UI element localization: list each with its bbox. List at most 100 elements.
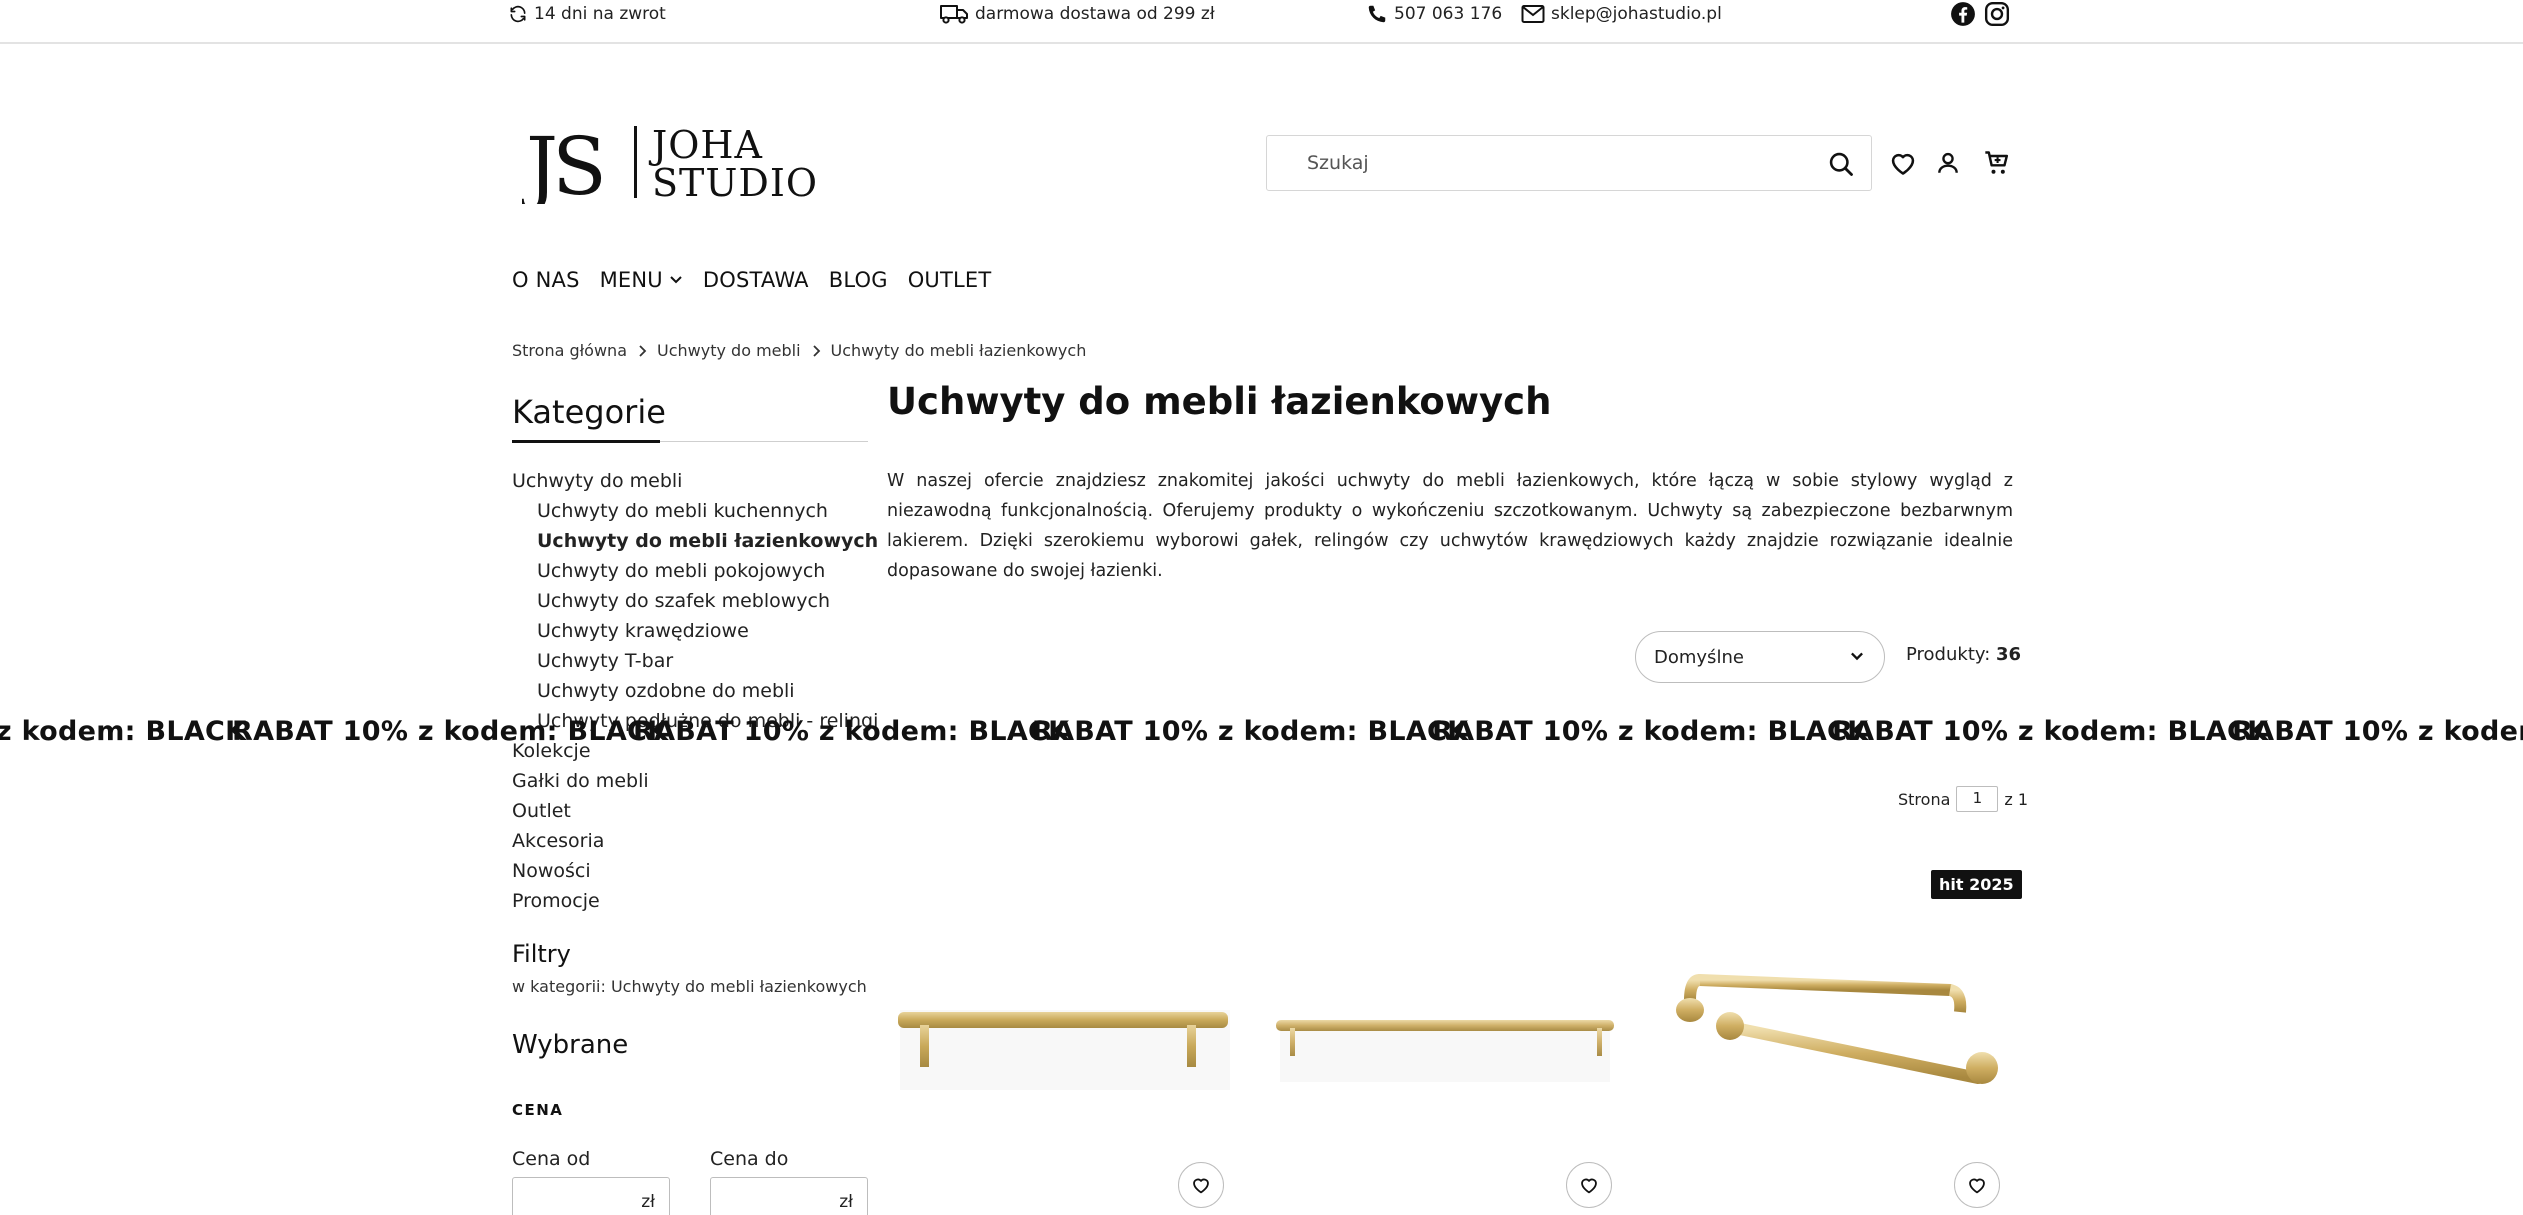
phone-link[interactable]: 507 063 176 — [1366, 0, 1502, 28]
category-item[interactable]: Uchwyty krawędziowe — [512, 616, 878, 646]
search-input[interactable] — [1307, 152, 1807, 174]
promo-text: RABAT 10% z kodem: BLACK — [633, 716, 1070, 747]
nav-item-shipping[interactable]: DOSTAWA — [703, 268, 809, 292]
chevron-right-icon — [812, 344, 820, 357]
product-handle-image — [1276, 1020, 1614, 1082]
account-button[interactable] — [1930, 145, 1966, 181]
price-from-label: Cena od — [512, 1148, 591, 1170]
currency-label: zł — [641, 1192, 655, 1212]
category-item[interactable]: Uchwyty do szafek meblowych — [512, 586, 878, 616]
product-image[interactable] — [890, 880, 1240, 1130]
breadcrumb: Strona główna Uchwyty do mebli Uchwyty d… — [512, 341, 1086, 360]
price-to-label: Cena do — [710, 1148, 789, 1170]
top-info-bar: 14 dni na zwrot darmowa dostawa od 299 z… — [0, 0, 2523, 44]
add-to-wishlist-button[interactable] — [1566, 1162, 1612, 1208]
promo-text: RABAT 10% z kodem: BLACK — [2232, 716, 2523, 747]
returns-info: 14 dni na zwrot — [508, 0, 666, 28]
store-logo[interactable]: JS JOHA STUDIO — [519, 118, 822, 213]
product-image[interactable] — [1660, 880, 2010, 1130]
main-navigation: O NAS MENU DOSTAWA BLOG OUTLET — [512, 268, 991, 292]
category-item[interactable]: Nowości — [512, 856, 878, 886]
price-to-input[interactable]: zł — [710, 1177, 868, 1215]
page-label: Strona — [1898, 789, 1951, 809]
category-list: Uchwyty do mebli Uchwyty do mebli kuchen… — [512, 466, 878, 916]
nav-item-about[interactable]: O NAS — [512, 268, 580, 292]
nav-label: BLOG — [828, 268, 888, 292]
sort-selected-value: Domyślne — [1654, 646, 1744, 668]
facebook-icon[interactable] — [1950, 1, 1976, 27]
selected-filters-title: Wybrane — [512, 1030, 629, 1060]
returns-text: 14 dni na zwrot — [534, 4, 666, 24]
page-number-input[interactable]: 1 — [1956, 786, 1999, 812]
search-icon — [1829, 152, 1853, 176]
product-image[interactable] — [1270, 880, 1620, 1130]
joha-studio-logo: JS JOHA STUDIO — [519, 120, 818, 213]
category-item-active[interactable]: Uchwyty do mebli łazienkowych — [512, 526, 878, 556]
filters-context: w kategorii: Uchwyty do mebli łazienkowy… — [512, 977, 867, 996]
product-handle-image — [898, 1010, 1230, 1090]
cart-button[interactable] — [1979, 145, 2015, 181]
phone-icon — [1368, 5, 1386, 23]
breadcrumb-parent[interactable]: Uchwyty do mebli — [657, 341, 801, 360]
category-item[interactable]: Uchwyty do mebli kuchennych — [512, 496, 878, 526]
heart-icon — [1891, 153, 1915, 175]
category-item[interactable]: Outlet — [512, 796, 878, 826]
chevron-down-icon — [1851, 652, 1863, 661]
svg-text:STUDIO: STUDIO — [652, 161, 818, 204]
phone-text: 507 063 176 — [1394, 4, 1503, 24]
chevron-down-icon — [670, 276, 682, 284]
category-item[interactable]: Uchwyty T-bar — [512, 646, 878, 676]
page-title: Uchwyty do mebli łazienkowych — [887, 380, 1552, 423]
nav-item-blog[interactable]: BLOG — [829, 268, 888, 292]
nav-label: MENU — [599, 268, 663, 292]
nav-label: DOSTAWA — [702, 268, 809, 292]
category-item[interactable]: Akcesoria — [512, 826, 878, 856]
category-item[interactable]: Uchwyty ozdobne do mebli — [512, 676, 878, 706]
add-to-wishlist-button[interactable] — [1954, 1162, 2000, 1208]
shipping-info: darmowa dostawa od 299 zł — [939, 0, 1215, 28]
heart-icon — [1581, 1178, 1597, 1194]
nav-item-menu[interactable]: MENU — [600, 268, 683, 292]
email-link[interactable]: sklep@johastudio.pl — [1521, 0, 1722, 28]
search-button[interactable] — [1825, 148, 1857, 180]
nav-label: OUTLET — [907, 268, 992, 292]
price-from-input[interactable]: zł — [512, 1177, 670, 1215]
product-count-value: 36 — [1996, 644, 2022, 665]
user-icon — [1938, 152, 1958, 173]
sort-select[interactable]: Domyślne — [1635, 631, 1885, 683]
categories-title: Kategorie — [512, 393, 666, 431]
promo-text: RABAT 10% z kodem: BLACK — [1032, 716, 1469, 747]
wishlist-button[interactable] — [1885, 145, 1921, 181]
page-total: z 1 — [2004, 789, 2029, 809]
heart-icon — [1193, 1178, 1209, 1194]
category-item[interactable]: Promocje — [512, 886, 878, 916]
svg-text:JS: JS — [522, 120, 601, 204]
add-to-wishlist-button[interactable] — [1178, 1162, 1224, 1208]
promo-text: RABAT 10% z kodem: BLACK — [1432, 716, 1869, 747]
product-handle-image — [1676, 974, 1998, 1084]
breadcrumb-current: Uchwyty do mebli łazienkowych — [830, 341, 1087, 360]
category-item[interactable]: Gałki do mebli — [512, 766, 878, 796]
truck-icon — [940, 5, 968, 24]
category-item[interactable]: Uchwyty do mebli — [512, 466, 878, 496]
filters-title: Filtry — [512, 940, 571, 968]
category-description: W naszej ofercie znajdziesz znakomitej j… — [887, 471, 2013, 581]
shipping-text: darmowa dostawa od 299 zł — [975, 4, 1215, 24]
nav-item-outlet[interactable]: OUTLET — [908, 268, 992, 292]
promo-text: RABAT 10% z kodem: BLACK — [0, 716, 247, 747]
instagram-icon[interactable] — [1984, 1, 2010, 27]
heart-icon — [1969, 1178, 1985, 1194]
chevron-right-icon — [639, 344, 647, 357]
product-count: Produkty: 36 — [1906, 644, 2021, 665]
promo-text: RABAT 10% z kodem: BLACK — [1832, 716, 2269, 747]
category-item[interactable]: Uchwyty do mebli pokojowych — [512, 556, 878, 586]
nav-label: O NAS — [512, 268, 580, 292]
cart-icon — [1985, 151, 2009, 174]
promo-text: RABAT 10% z kodem: BLACK — [232, 716, 669, 747]
search-bar — [1266, 135, 1872, 191]
breadcrumb-home[interactable]: Strona główna — [512, 341, 627, 360]
price-filter-title: CENA — [512, 1101, 564, 1119]
promo-marquee: RABAT 10% z kodem: BLACK RABAT 10% z kod… — [0, 712, 2523, 756]
product-count-label: Produkty: — [1906, 644, 1991, 665]
categories-underline — [512, 440, 660, 443]
